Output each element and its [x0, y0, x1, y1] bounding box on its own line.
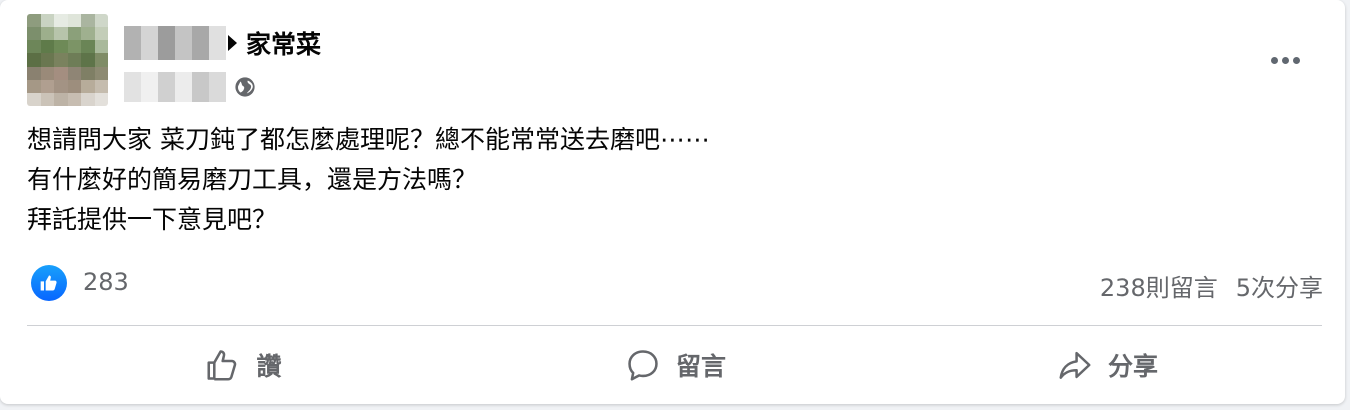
comment-button-label: 留言 — [675, 352, 726, 381]
share-icon — [1059, 351, 1091, 379]
post-text-line: 拜託提供一下意見吧？ — [27, 205, 278, 234]
action-bar: 讚 留言 分享 — [27, 330, 1323, 400]
divider — [27, 325, 1322, 326]
like-count[interactable]: 283 — [83, 268, 129, 296]
post-text-line: 想請問大家 菜刀鈍了都怎麼處理呢？總不能常常送去磨吧⋯⋯ — [27, 125, 710, 154]
share-button-label: 分享 — [1107, 352, 1158, 381]
engagement-stats: 238則留言 5次分享 — [1100, 268, 1323, 303]
reaction-stats: 283 238則留言 5次分享 — [27, 262, 1323, 304]
comment-button[interactable]: 留言 — [459, 330, 891, 400]
caret-right-icon — [228, 35, 237, 51]
globe-icon[interactable] — [234, 76, 256, 98]
share-button[interactable]: 分享 — [891, 330, 1323, 400]
comment-count[interactable]: 238則留言 — [1100, 268, 1218, 303]
post-meta — [124, 72, 256, 102]
comment-icon — [628, 350, 658, 381]
thumbs-up-icon — [207, 350, 237, 381]
timestamp-blurred[interactable] — [124, 72, 226, 102]
share-count[interactable]: 5次分享 — [1236, 268, 1323, 303]
post-card: 家常菜 想請問大家 菜刀鈍了都怎麼處理呢？總不能常常送去磨吧⋯⋯ 有什麼好的簡易… — [0, 0, 1345, 404]
like-reaction-icon[interactable] — [31, 265, 67, 301]
avatar[interactable] — [27, 14, 108, 106]
post-text-line: 有什麼好的簡易磨刀工具，還是方法嗎？ — [27, 165, 478, 194]
like-button-label: 讚 — [256, 352, 282, 381]
post-body: 想請問大家 菜刀鈍了都怎麼處理呢？總不能常常送去磨吧⋯⋯ 有什麼好的簡易磨刀工具… — [27, 120, 1277, 240]
author-name-blurred[interactable] — [124, 26, 226, 60]
more-options-icon[interactable] — [1264, 46, 1306, 74]
group-name[interactable]: 家常菜 — [246, 25, 321, 61]
post-header: 家常菜 — [124, 22, 321, 64]
like-button[interactable]: 讚 — [27, 330, 459, 400]
